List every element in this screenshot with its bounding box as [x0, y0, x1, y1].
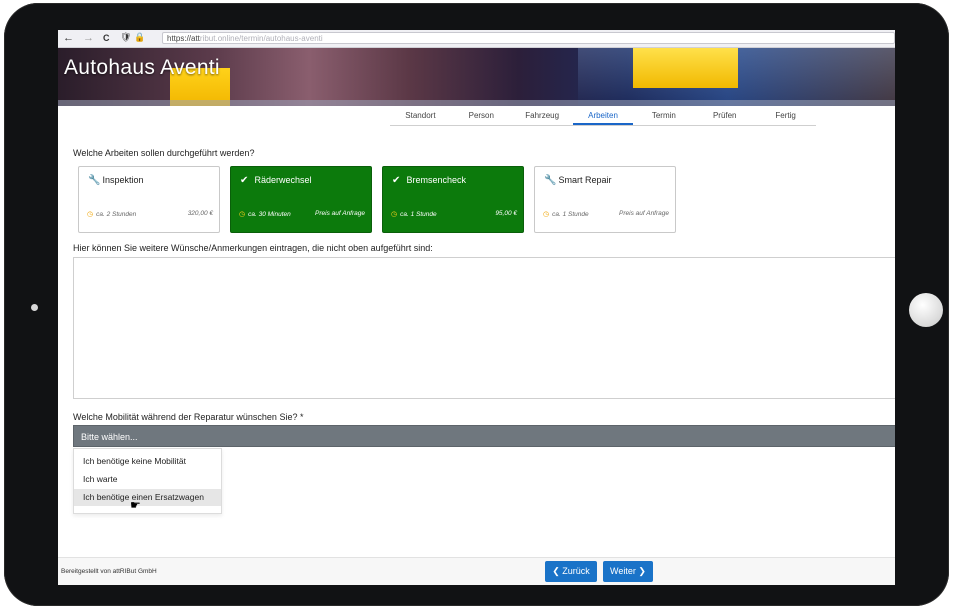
- service-name: Bremsencheck: [406, 175, 467, 185]
- banner-decor: [633, 48, 738, 88]
- check-icon: ✔: [392, 175, 401, 186]
- address-bar[interactable]: https://attribut.online/termin/autohaus-…: [162, 32, 895, 44]
- step-navigation: Standort Person Fahrzeug Arbeiten Termin Prüf…: [390, 109, 816, 126]
- mobility-dropdown: Ich benötige keine Mobilität Ich warte Ich…: [73, 448, 222, 514]
- screen: ← → C 🛡 🔒 https://attribut.online/termin…: [58, 30, 895, 585]
- back-button[interactable]: ❮ Zurück: [545, 561, 597, 582]
- next-button[interactable]: Weiter ❯: [603, 561, 653, 582]
- service-duration: ◷ ca. 2 Stunden: [87, 210, 136, 218]
- step-tab[interactable]: Person: [451, 109, 512, 125]
- service-name: Räderwechsel: [254, 175, 312, 185]
- back-arrow-icon[interactable]: ←: [63, 32, 74, 44]
- step-tab[interactable]: Prüfen: [694, 109, 755, 125]
- service-card[interactable]: 🔧 Smart Repair ◷ ca. 1 Stunde Preis auf Anf…: [534, 166, 676, 233]
- tablet-frame: ← → C 🛡 🔒 https://attribut.online/termin…: [4, 3, 949, 606]
- service-name: Smart Repair: [558, 175, 612, 185]
- mobility-option[interactable]: Ich benötige einen Ersatzwagen: [74, 489, 221, 506]
- duration-text: ca. 30 Minuten: [248, 211, 291, 218]
- shield-icon[interactable]: 🛡: [120, 32, 131, 43]
- chevron-right-icon: ❯: [635, 566, 646, 576]
- clock-icon: ◷: [391, 211, 398, 218]
- reload-icon[interactable]: C: [103, 33, 110, 43]
- work-question: Welche Arbeiten sollen durchgeführt werd…: [73, 148, 255, 158]
- step-tab[interactable]: Standort: [390, 109, 451, 125]
- clock-icon: ◷: [239, 211, 246, 218]
- service-card[interactable]: ✔ Bremsencheck ◷ ca. 1 Stunde 95,00 €: [382, 166, 524, 233]
- url-blurred: ribut.online/termin/autohaus-aventi: [199, 34, 323, 43]
- duration-text: ca. 2 Stunden: [96, 211, 137, 218]
- mobility-label: Welche Mobilität während der Reparatur w…: [73, 412, 304, 422]
- wrench-icon: 🔧: [88, 175, 101, 186]
- step-tab[interactable]: Arbeiten: [572, 109, 634, 125]
- step-tab[interactable]: Fertig: [755, 109, 816, 125]
- service-name: Inspektion: [102, 175, 144, 185]
- banner-decor: [58, 100, 895, 106]
- url-text: https://att: [167, 34, 200, 43]
- notes-label: Hier können Sie weitere Wünsche/Anmerkun…: [73, 243, 433, 253]
- back-button-label: Zurück: [562, 566, 590, 576]
- clock-icon: ◷: [87, 211, 94, 218]
- brand-title: Autohaus Aventi: [64, 56, 220, 79]
- forward-arrow-icon[interactable]: →: [83, 32, 94, 44]
- service-card[interactable]: ✔ Räderwechsel ◷ ca. 30 Minuten Preis auf A…: [230, 166, 372, 233]
- service-price: 320,00 €: [187, 210, 213, 217]
- camera-dot: [31, 304, 38, 311]
- home-button[interactable]: [909, 293, 943, 327]
- step-tab[interactable]: Termin: [633, 109, 694, 125]
- lock-icon[interactable]: 🔒: [134, 32, 145, 43]
- service-price: 95,00 €: [495, 210, 517, 217]
- header-banner: Autohaus Aventi: [58, 48, 895, 106]
- footer: Bereitgestellt von attRIBut GmbH ❮ Zurüc…: [58, 557, 895, 585]
- service-title: 🔧 Smart Repair: [544, 175, 612, 186]
- service-title: ✔ Bremsencheck: [392, 175, 466, 186]
- mobility-option[interactable]: Ich warte: [74, 471, 221, 488]
- service-duration: ◷ ca. 1 Stunde: [391, 210, 437, 218]
- service-price: Preis auf Anfrage: [315, 210, 365, 217]
- provided-by: Bereitgestellt von attRIBut GmbH: [61, 568, 157, 575]
- mobility-select[interactable]: Bitte wählen...: [73, 425, 895, 447]
- service-title: ✔ Räderwechsel: [240, 175, 312, 186]
- service-title: 🔧 Inspektion: [88, 175, 144, 186]
- mobility-option[interactable]: Ich benötige keine Mobilität: [74, 453, 221, 470]
- service-duration: ◷ ca. 1 Stunde: [543, 210, 589, 218]
- step-tab[interactable]: Fahrzeug: [512, 109, 573, 125]
- hand-cursor-icon: ☛: [130, 498, 141, 512]
- check-icon: ✔: [240, 175, 249, 186]
- clock-icon: ◷: [543, 211, 550, 218]
- service-price: Preis auf Anfrage: [619, 210, 669, 217]
- service-card[interactable]: 🔧 Inspektion ◷ ca. 2 Stunden 320,00 €: [78, 166, 220, 233]
- notes-textarea[interactable]: [73, 257, 895, 399]
- service-duration: ◷ ca. 30 Minuten: [239, 210, 291, 218]
- duration-text: ca. 1 Stunde: [552, 211, 589, 218]
- duration-text: ca. 1 Stunde: [400, 211, 437, 218]
- chevron-left-icon: ❮: [552, 566, 563, 576]
- browser-toolbar: ← → C 🛡 🔒 https://attribut.online/termin…: [58, 30, 895, 48]
- wrench-icon: 🔧: [544, 175, 557, 186]
- next-button-label: Weiter: [610, 566, 636, 576]
